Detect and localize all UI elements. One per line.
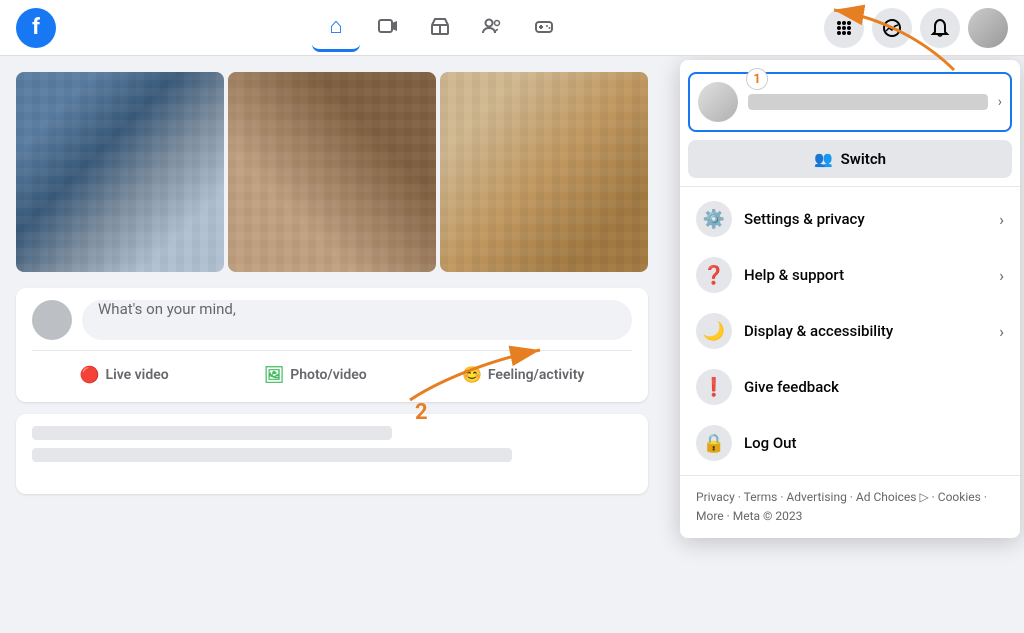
photo-item-2 (228, 72, 436, 272)
grid-menu-button[interactable] (824, 8, 864, 48)
post-avatar (32, 300, 72, 340)
photo-item-1 (16, 72, 224, 272)
profile-avatar-small (698, 82, 738, 122)
create-post-box: What's on your mind, 🔴 Live video 🖼 Phot… (16, 288, 648, 402)
feeling-activity-label: Feeling/activity (488, 367, 584, 383)
facebook-logo: f (16, 8, 56, 48)
photo-strip (16, 72, 648, 272)
annotation-label-2: 2 (415, 400, 428, 425)
post-input-row: What's on your mind, (32, 300, 632, 340)
help-icon: ❓ (696, 257, 732, 293)
nav-home-button[interactable]: ⌂ (312, 4, 360, 52)
nav-gaming-button[interactable] (520, 4, 568, 52)
switch-label: Switch (841, 150, 886, 168)
live-video-label: Live video (106, 367, 169, 383)
profile-menu-item[interactable]: › 1 (688, 72, 1012, 132)
feedback-icon: ❗ (696, 369, 732, 405)
dropdown-footer: Privacy · Terms · Advertising · Ad Choic… (680, 480, 1020, 530)
help-chevron-icon: › (999, 266, 1004, 285)
whats-on-your-mind-input[interactable]: What's on your mind, (82, 300, 632, 340)
settings-icon: ⚙️ (696, 201, 732, 237)
step-label-1: 1 (746, 68, 768, 90)
live-icon: 🔴 (80, 365, 100, 384)
post-placeholder (16, 414, 648, 494)
feeling-icon: 😊 (462, 365, 482, 384)
display-accessibility-label: Display & accessibility (744, 322, 987, 340)
help-support-label: Help & support (744, 266, 987, 284)
photo-video-button[interactable]: 🖼 Photo/video (252, 359, 379, 390)
photo-video-label: Photo/video (290, 367, 367, 383)
profile-name-blurred (748, 94, 988, 110)
feeling-activity-button[interactable]: 😊 Feeling/activity (450, 359, 596, 390)
profile-avatar-nav[interactable] (968, 8, 1008, 48)
divider-2 (680, 475, 1020, 476)
give-feedback-item[interactable]: ❗ Give feedback (680, 359, 1020, 415)
nav-icon-group: ⌂ (56, 4, 824, 52)
right-panel: › 1 👥 Switch ⚙️ Settings & privacy › ❓ H… (664, 56, 1024, 633)
post-actions-bar: 🔴 Live video 🖼 Photo/video 😊 Feeling/act… (32, 350, 632, 390)
nav-friends-button[interactable] (468, 4, 516, 52)
profile-arrow-icon: › (998, 94, 1002, 110)
nav-marketplace-button[interactable] (416, 4, 464, 52)
footer-text: Privacy · Terms · Advertising · Ad Choic… (696, 490, 987, 523)
display-accessibility-item[interactable]: 🌙 Display & accessibility › (680, 303, 1020, 359)
help-support-item[interactable]: ❓ Help & support › (680, 247, 1020, 303)
logout-label: Log Out (744, 434, 1004, 452)
live-video-button[interactable]: 🔴 Live video (68, 359, 181, 390)
divider-1 (680, 186, 1020, 187)
settings-privacy-label: Settings & privacy (744, 210, 987, 228)
top-navigation: f ⌂ (0, 0, 1024, 56)
photo-item-3 (440, 72, 648, 272)
blur-bar-1 (32, 426, 392, 440)
photo-icon: 🖼 (264, 365, 284, 384)
switch-account-button[interactable]: 👥 Switch (688, 140, 1012, 178)
main-content: What's on your mind, 🔴 Live video 🖼 Phot… (0, 56, 1024, 633)
account-dropdown-menu: › 1 👥 Switch ⚙️ Settings & privacy › ❓ H… (680, 60, 1020, 538)
give-feedback-label: Give feedback (744, 378, 1004, 396)
feed-area: What's on your mind, 🔴 Live video 🖼 Phot… (0, 56, 664, 633)
settings-privacy-item[interactable]: ⚙️ Settings & privacy › (680, 191, 1020, 247)
logout-icon: 🔒 (696, 425, 732, 461)
messenger-button[interactable] (872, 8, 912, 48)
notifications-button[interactable] (920, 8, 960, 48)
logout-item[interactable]: 🔒 Log Out (680, 415, 1020, 471)
switch-icon: 👥 (814, 150, 833, 168)
display-icon: 🌙 (696, 313, 732, 349)
display-chevron-icon: › (999, 322, 1004, 341)
nav-video-button[interactable] (364, 4, 412, 52)
blur-bar-2 (32, 448, 512, 462)
settings-chevron-icon: › (999, 210, 1004, 229)
nav-right-group (824, 8, 1008, 48)
